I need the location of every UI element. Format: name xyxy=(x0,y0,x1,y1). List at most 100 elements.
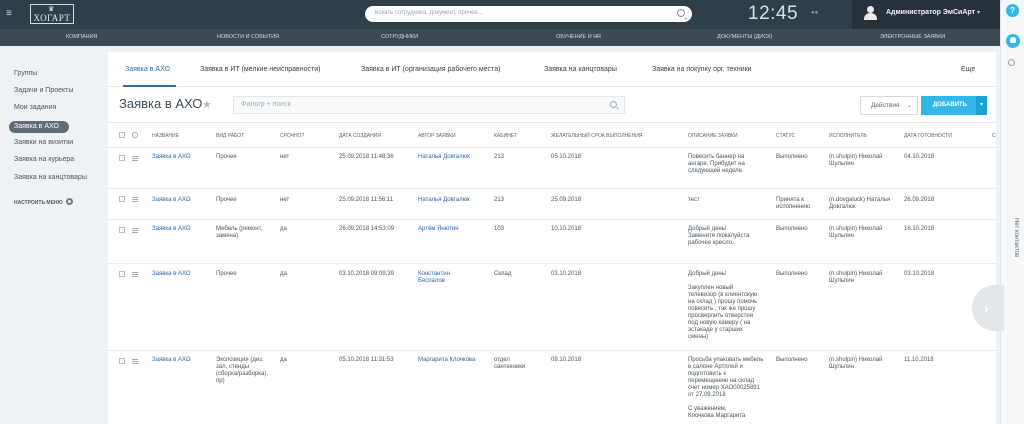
global-search-input[interactable]: искать сотрудника, документ, прочее... xyxy=(365,6,692,22)
cell-author[interactable]: Наталья Довгалюк xyxy=(418,197,470,204)
cell-name[interactable]: Заявка в АХО xyxy=(152,271,190,278)
cell-status: Принята к исполнению xyxy=(776,197,811,210)
table-header: НАЗВАНИЕ ВИД РАБОТ СРОЧНО? ДАТА СОЗДАНИЯ… xyxy=(108,122,996,148)
column-header-work-type[interactable]: ВИД РАБОТ xyxy=(216,133,244,139)
company-logo[interactable]: ♛ ХОГАРТ xyxy=(30,4,74,24)
row-checkbox[interactable] xyxy=(119,227,125,233)
column-header-name[interactable]: НАЗВАНИЕ xyxy=(152,133,179,139)
cell-description: Повесить баннер на ангаре. Прибудет на с… xyxy=(688,154,745,174)
chevron-down-icon: ▾ xyxy=(977,10,981,16)
table-row[interactable]: Заявка в АХО Прочее нет 25.09.2018 11:48… xyxy=(108,149,996,189)
nav-item-company[interactable]: КОМПАНИЯ xyxy=(66,34,98,40)
nav-item-news[interactable]: НОВОСТИ И СОБЫТИЯ xyxy=(217,34,279,40)
column-header-executor[interactable]: ИСПОЛНИТЕЛЬ xyxy=(829,133,867,139)
left-menu-item-aho-active[interactable]: Заявка в АХО xyxy=(9,121,69,133)
left-menu-item-groups[interactable]: Группы xyxy=(14,70,37,77)
cell-executor: (n.shulpin) Николай Шульпин xyxy=(829,357,883,370)
table-row[interactable]: Заявка в АХО Мебель (ремонт, замена) да … xyxy=(108,221,996,264)
nav-item-training[interactable]: ОБУЧЕНИЕ И HR xyxy=(556,34,601,40)
row-checkbox[interactable] xyxy=(119,358,125,364)
row-menu-icon[interactable] xyxy=(132,272,138,277)
tab-it-workplace[interactable]: Заявка в ИТ (организация рабочего места) xyxy=(361,66,500,73)
cell-created: 26.09.2018 14:53:09 xyxy=(339,226,395,232)
row-menu-icon[interactable] xyxy=(132,359,138,364)
left-menu-item-courier[interactable]: Заявка на курьера xyxy=(14,156,74,163)
table-row[interactable]: Заявка в АХО Прочее нет 25.09.2018 11:56… xyxy=(108,190,996,220)
column-header-description[interactable]: ОПИСАНИЕ ЗАЯВКИ xyxy=(688,133,738,139)
cell-created: 25.09.2018 11:56:11 xyxy=(339,197,394,203)
select-all-checkbox[interactable] xyxy=(119,132,125,138)
cell-room: Склад xyxy=(494,271,512,277)
tab-aho[interactable]: Заявка в АХО xyxy=(125,66,170,73)
search-icon[interactable] xyxy=(677,9,685,17)
add-button[interactable]: ДОБАВИТЬ xyxy=(921,96,976,115)
cell-description: Добрый день! Замените пожалуйста рабочее… xyxy=(688,226,750,246)
column-header-due[interactable]: ЖЕЛАТЕЛЬНЫЙ СРОК ВЫПОЛНЕНИЯ xyxy=(551,133,642,139)
tabs-bar: Заявка в АХО Заявка в ИТ (мелкие неиспра… xyxy=(108,52,996,87)
row-checkbox[interactable] xyxy=(119,196,125,202)
notifications-bell-icon[interactable] xyxy=(1006,34,1020,48)
tab-it-small[interactable]: Заявка в ИТ (мелкие неисправности) xyxy=(200,66,320,73)
row-menu-icon[interactable] xyxy=(132,197,138,202)
add-options-caret-icon[interactable]: ▾ xyxy=(976,96,987,115)
table-row[interactable]: Заявка в АХО Экспозиция (диз. зал, стенд… xyxy=(108,352,996,424)
cell-author[interactable]: Наталья Довгалюк xyxy=(418,154,470,161)
row-checkbox[interactable] xyxy=(119,155,125,161)
hamburger-menu-icon[interactable]: ≡ xyxy=(6,9,16,19)
left-menu-item-stationery[interactable]: Заявка на канцтовары xyxy=(14,174,87,181)
cell-created: 05.10.2018 11:31:53 xyxy=(339,357,394,363)
column-header-room[interactable]: КАБИНЕТ xyxy=(494,133,517,139)
cell-urgent: да xyxy=(280,226,287,232)
nav-item-requests[interactable]: ЭЛЕКТРОННЫЕ ЗАЯВКИ xyxy=(880,34,945,40)
actions-dropdown[interactable]: Действия ⌄ xyxy=(860,96,918,115)
chevron-down-icon: ⌄ xyxy=(907,103,913,109)
cell-ready: 26.09.2018 xyxy=(904,197,935,203)
cell-due: 03.10.2018 xyxy=(551,271,582,277)
user-menu[interactable]: Администратор ЭмСиАрт ▾ xyxy=(852,0,1000,29)
user-avatar-icon xyxy=(864,6,877,20)
nav-item-documents[interactable]: ДОКУМЕНТЫ (ДИСК) xyxy=(717,34,772,40)
cell-description: Просьба упаковать мебель в салоне Артпле… xyxy=(688,357,764,419)
cell-author[interactable]: Артём Янютин xyxy=(418,226,459,233)
user-name: Администратор ЭмСиАрт xyxy=(886,9,976,16)
filter-search-input[interactable]: Фильтр + поиск xyxy=(233,96,625,114)
main-navigation: КОМПАНИЯ НОВОСТИ И СОБЫТИЯ СОТРУДНИКИ ОБ… xyxy=(0,29,1000,46)
cell-ready: 04.10.2018 xyxy=(904,154,935,160)
column-header-status[interactable]: СТАТУС xyxy=(776,133,795,139)
clock: 12:45 xyxy=(748,3,799,24)
left-menu-item-my-assignments[interactable]: Мои задания xyxy=(14,104,56,111)
cell-executor: (n.shulpin) Николай Шульпин xyxy=(829,226,883,239)
cell-work-type: Прочее xyxy=(216,271,237,277)
column-header-ready[interactable]: ДАТА ГОТОВНОСТИ xyxy=(904,133,952,139)
cell-name[interactable]: Заявка в АХО xyxy=(152,197,190,204)
nav-item-employees[interactable]: СОТРУДНИКИ xyxy=(381,34,418,40)
left-menu-item-business-cards[interactable]: Заявки на визитки xyxy=(14,139,73,146)
crown-icon: ♛ xyxy=(48,5,55,13)
add-button-label: ДОБАВИТЬ xyxy=(933,102,967,108)
row-menu-icon[interactable] xyxy=(132,228,138,233)
column-settings-gear-icon[interactable] xyxy=(132,132,138,138)
tab-stationery[interactable]: Заявка на канцтовары xyxy=(544,66,617,73)
tab-office-equipment[interactable]: Заявка на покупку орг. техники xyxy=(652,66,752,73)
tab-more[interactable]: Еще xyxy=(961,66,975,73)
column-header-author[interactable]: АВТОР ЗАЯВКИ xyxy=(418,133,456,139)
contacts-search-icon[interactable] xyxy=(1008,59,1015,66)
cell-author[interactable]: Маргарита Клочкова xyxy=(418,357,475,364)
help-icon[interactable]: ? xyxy=(1006,4,1019,17)
cell-name[interactable]: Заявка в АХО xyxy=(152,226,190,233)
row-checkbox[interactable] xyxy=(119,271,125,277)
cell-name[interactable]: Заявка в АХО xyxy=(152,154,190,161)
gear-icon[interactable] xyxy=(66,198,73,205)
favorite-star-icon[interactable]: ★ xyxy=(202,98,212,111)
left-menu-item-tasks[interactable]: Задачи и Проекты xyxy=(14,87,73,94)
column-header-more[interactable]: С xyxy=(992,133,996,139)
column-header-urgent[interactable]: СРОЧНО? xyxy=(280,133,304,139)
search-icon[interactable] xyxy=(610,101,617,108)
cell-name[interactable]: Заявка в АХО xyxy=(152,357,190,364)
cell-author[interactable]: Константин Беспалов xyxy=(418,271,466,285)
row-menu-icon[interactable] xyxy=(132,156,138,161)
menu-settings-link[interactable]: НАСТРОИТЬ МЕНЮ xyxy=(14,200,63,206)
clock-menu-icon[interactable]: ●● xyxy=(811,10,819,16)
column-header-created[interactable]: ДАТА СОЗДАНИЯ xyxy=(339,133,381,139)
table-row[interactable]: Заявка в АХО Прочее да 03.10.2018 09:09:… xyxy=(108,265,996,351)
